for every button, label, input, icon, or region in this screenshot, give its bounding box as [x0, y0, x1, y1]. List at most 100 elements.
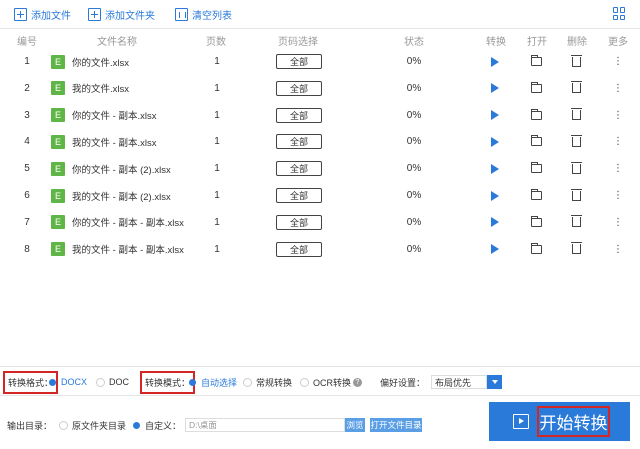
conversion-status: 0%: [406, 163, 422, 175]
folder-open-icon[interactable]: [531, 215, 542, 227]
output-source-label: 原文件夹目录: [72, 420, 127, 431]
file-name: 你的文件.xlsx: [72, 57, 130, 69]
folder-open-icon[interactable]: [531, 242, 542, 254]
open-cell: [531, 48, 542, 75]
help-icon[interactable]: ?: [353, 377, 362, 387]
play-icon[interactable]: [491, 83, 499, 94]
add-folder-label: 添加文件夹: [105, 10, 155, 22]
more-icon[interactable]: ⋮: [613, 128, 623, 155]
folder-open-icon[interactable]: [531, 135, 542, 147]
row-number: 8: [24, 243, 30, 255]
format-option-docx[interactable]: DOCX: [49, 367, 87, 397]
folder-open-icon[interactable]: [531, 55, 542, 66]
play-icon[interactable]: [491, 244, 499, 255]
page-range-button[interactable]: 全部: [276, 54, 322, 69]
trash-icon[interactable]: [571, 134, 582, 147]
radio-checked-icon[interactable]: [49, 378, 56, 386]
row-number: 1: [24, 56, 30, 67]
trash-icon[interactable]: [571, 215, 582, 228]
radio-checked-icon[interactable]: [133, 421, 140, 429]
page-range-button[interactable]: 全部: [276, 241, 322, 257]
page-range-button[interactable]: 全部: [276, 107, 322, 123]
format-doc-label: DOC: [109, 377, 129, 387]
mode-group: 转换模式：: [140, 367, 196, 397]
grid-view-icon[interactable]: [613, 7, 626, 20]
play-icon[interactable]: [491, 110, 499, 121]
page-count: 1: [214, 136, 220, 148]
trash-icon[interactable]: [571, 161, 582, 174]
excel-file-icon: E: [51, 161, 65, 176]
open-cell: [531, 236, 542, 263]
radio-unchecked-icon[interactable]: [59, 420, 68, 430]
header-name: 文件名称: [97, 37, 137, 48]
table-row[interactable]: 2 E 我的文件.xlsx 1 全部 0% ⋮: [0, 75, 640, 102]
more-icon[interactable]: ⋮: [613, 75, 623, 102]
radio-unchecked-icon[interactable]: [243, 377, 252, 387]
radio-checked-icon[interactable]: [189, 378, 196, 386]
table-row[interactable]: 8 E 我的文件 - 副本 - 副本.xlsx 1 全部 0% ⋮: [0, 236, 640, 263]
radio-unchecked-icon[interactable]: [96, 377, 105, 387]
table-header: 编号 文件名称 页数 页码选择 状态 转换 打开 删除 更多: [0, 30, 640, 48]
chevron-down-icon[interactable]: [487, 375, 503, 389]
open-directory-button[interactable]: 打开文件目录: [370, 418, 422, 432]
more-icon[interactable]: ⋮: [613, 209, 623, 236]
conversion-status: 0%: [406, 190, 422, 201]
add-file-button[interactable]: 添加文件: [14, 6, 71, 22]
row-number: 2: [24, 82, 30, 94]
table-row[interactable]: 7 E 你的文件 - 副本 - 副本.xlsx 1 全部 0% ⋮: [0, 209, 640, 236]
table-row[interactable]: 1 E 你的文件.xlsx 1 全部 0% ⋮: [0, 48, 640, 75]
page-range-button[interactable]: 全部: [276, 214, 322, 230]
play-icon: [513, 414, 529, 429]
mode-option-auto[interactable]: 自动选择: [189, 367, 237, 397]
table-row[interactable]: 4 E 我的文件 - 副本.xlsx 1 全部 0% ⋮: [0, 128, 640, 155]
add-folder-button[interactable]: 添加文件夹: [88, 6, 155, 22]
table-row[interactable]: 6 E 我的文件 - 副本 (2).xlsx 1 全部 0% ⋮: [0, 182, 640, 209]
format-option-doc[interactable]: DOC: [96, 367, 129, 397]
trash-icon[interactable]: [571, 54, 582, 67]
page-range-button[interactable]: 全部: [276, 161, 322, 177]
folder-open-icon[interactable]: [531, 189, 542, 200]
trash-icon[interactable]: [571, 188, 582, 201]
mode-option-regular[interactable]: 常规转换: [243, 367, 292, 397]
output-option-custom[interactable]: 自定义：: [133, 418, 181, 432]
play-icon[interactable]: [491, 56, 499, 67]
browse-button[interactable]: 浏览: [345, 418, 365, 432]
more-icon[interactable]: ⋮: [613, 48, 623, 75]
file-name: 我的文件 - 副本.xlsx: [72, 137, 157, 149]
more-icon[interactable]: ⋮: [613, 236, 623, 263]
trash-icon[interactable]: [571, 81, 582, 94]
play-icon[interactable]: [491, 136, 499, 147]
folder-open-icon[interactable]: [531, 108, 542, 120]
range-cell: 全部: [276, 102, 322, 129]
page-range-button[interactable]: 全部: [276, 134, 322, 150]
header-num: 编号: [17, 37, 37, 48]
trash-icon[interactable]: [571, 242, 582, 255]
more-icon[interactable]: ⋮: [613, 155, 623, 182]
mode-option-ocr[interactable]: OCR转换 ?: [300, 367, 362, 397]
play-icon[interactable]: [491, 190, 499, 201]
trash-icon[interactable]: [571, 108, 582, 121]
output-option-source[interactable]: 原文件夹目录: [59, 418, 126, 432]
row-number: 3: [24, 109, 30, 121]
table-row[interactable]: 5 E 你的文件 - 副本 (2).xlsx 1 全部 0% ⋮: [0, 155, 640, 182]
start-conversion-label: 开始转换: [537, 406, 610, 437]
more-icon[interactable]: ⋮: [613, 182, 623, 209]
page-range-button[interactable]: 全部: [276, 188, 322, 203]
radio-unchecked-icon[interactable]: [300, 377, 309, 387]
range-cell: 全部: [276, 182, 322, 209]
delete-cell: [571, 102, 582, 129]
folder-open-icon[interactable]: [531, 81, 542, 93]
folder-open-icon[interactable]: [531, 162, 542, 174]
play-icon[interactable]: [491, 163, 499, 174]
preference-select[interactable]: 布局优先: [431, 375, 488, 389]
table-row[interactable]: 3 E 你的文件 - 副本.xlsx 1 全部 0% ⋮: [0, 102, 640, 129]
more-icon[interactable]: ⋮: [613, 102, 623, 129]
page-range-button[interactable]: 全部: [276, 80, 322, 96]
convert-cell: [491, 155, 499, 182]
play-icon[interactable]: [491, 217, 499, 228]
file-name: 你的文件 - 副本 - 副本.xlsx: [72, 218, 184, 230]
open-cell: [531, 182, 542, 209]
start-conversion-button[interactable]: 开始转换: [489, 402, 630, 441]
clear-list-button[interactable]: 清空列表: [175, 6, 232, 22]
output-path-input[interactable]: D:\桌面: [185, 418, 345, 432]
